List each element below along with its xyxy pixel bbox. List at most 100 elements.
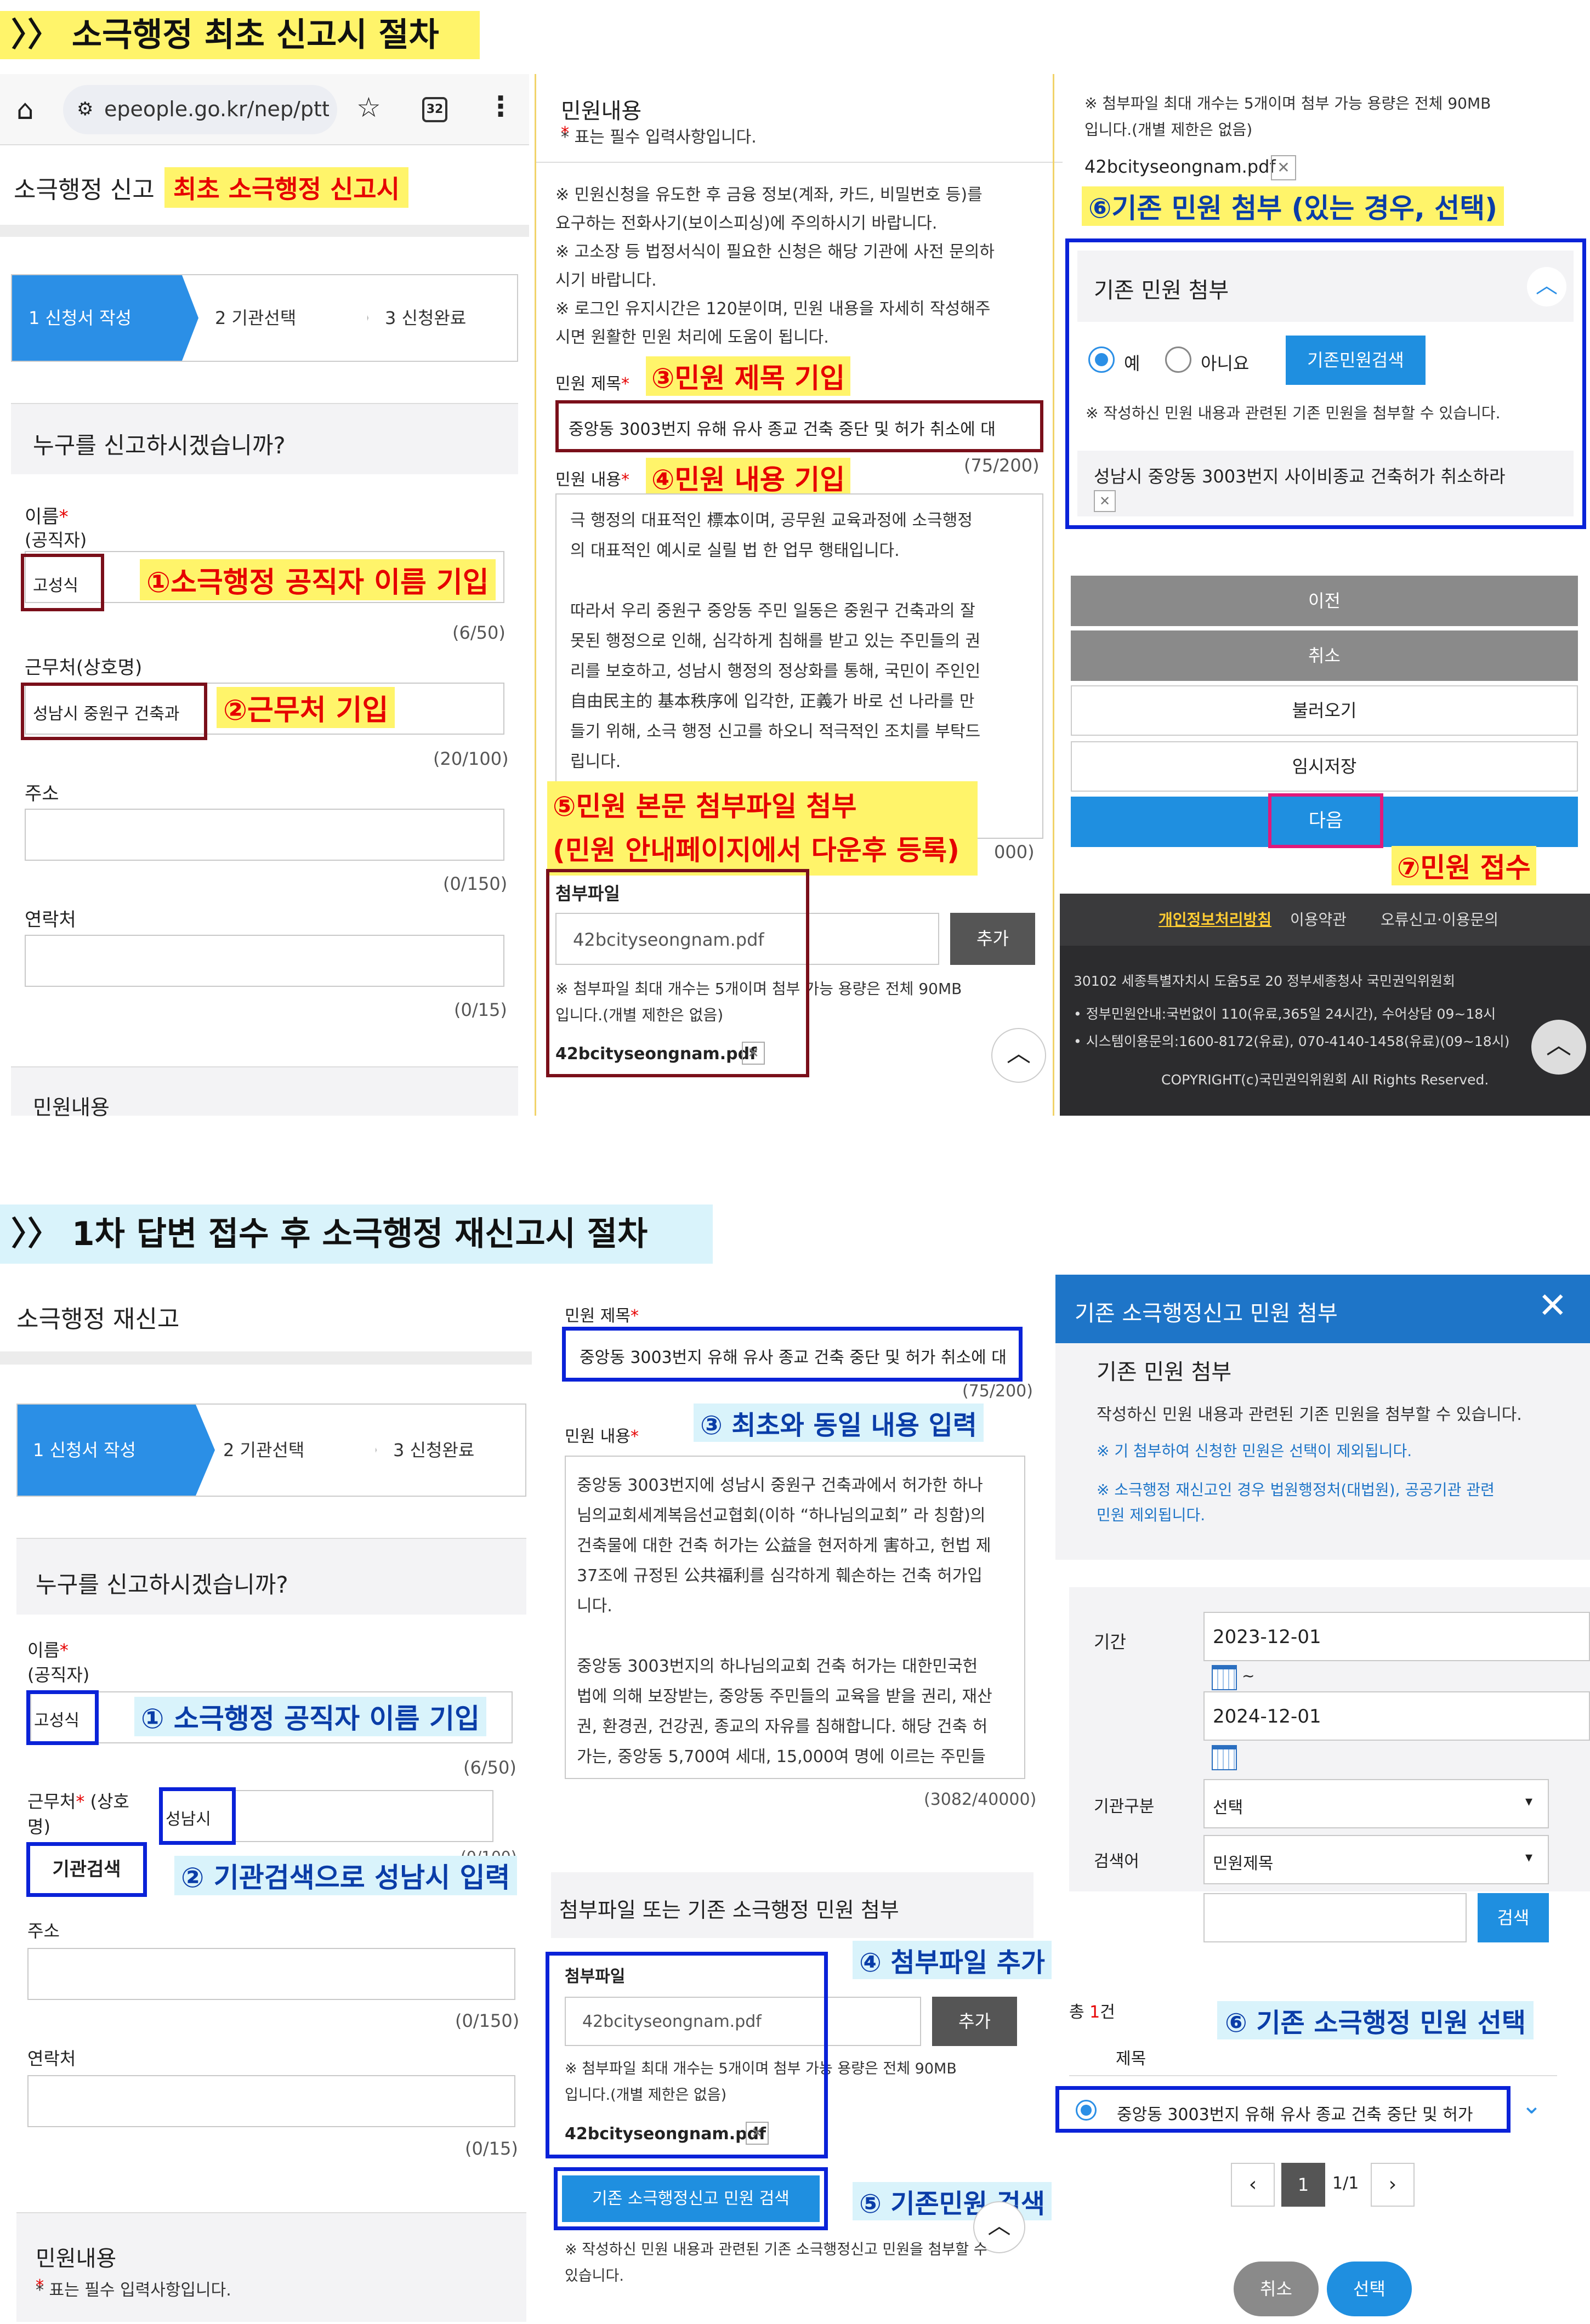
next-button[interactable]: 다음 [1268,793,1383,848]
title-value: 중앙동 3003번지 유해 유사 종교 건축 중단 및 허가 취소에 대 [569,420,996,439]
keyword-input[interactable] [1203,1893,1467,1942]
org-search-button[interactable]: 기관검색 [26,1842,147,1897]
url-bar[interactable]: ⚙ epeople.go.kr/nep/pttn/r [63,85,337,134]
content-line: 건축물에 대한 건축 허가는 公益을 현저하게 害하고, 헌법 제 [577,1536,991,1555]
next-page-button[interactable]: › [1371,2163,1415,2207]
keyword-type-select[interactable]: 민원제목 ▾ [1203,1835,1549,1884]
notice-line: 시기 바랍니다. [555,271,657,290]
content-line [577,1621,992,1651]
work-label-text2: (상호 [84,1791,129,1812]
content-textarea[interactable]: 중앙동 3003번지에 성남시 중원구 건축과에서 허가한 하나 님의교회세계복… [565,1456,1025,1779]
content-line: 가는, 중앙동 5,700여 세대, 15,000여 명에 이르는 주민들 [577,1747,986,1766]
work-value: 성남시 중원구 건축과 [33,704,180,724]
cancel-button[interactable]: 취소 [1071,630,1578,681]
star-icon[interactable]: ☆ [356,92,381,123]
scroll-top-icon[interactable]: ︿ [991,1028,1046,1083]
contact-input[interactable] [25,935,504,987]
expand-icon[interactable]: ⌄ [1521,2092,1542,2120]
required-star-overlay: * [561,123,569,143]
result-radio[interactable] [1076,2100,1097,2121]
existing-box: 기존 민원 첨부 ︿ 예 아니요 기존민원검색 ※ 작성하신 민원 내용과 관련… [1065,238,1586,529]
more-menu-icon[interactable]: ⋮ [487,90,514,122]
site-info-icon[interactable]: ⚙ [77,98,93,120]
content-line [570,566,980,596]
step-bar: 1 신청서 작성 2 기관선택 3 신청완료 [11,274,518,362]
calendar-icon[interactable] [1212,1745,1237,1770]
panel-4: 소극행정 재신고 1 신청서 작성 2 기관선택 3 신청완료 누구를 신고하시… [0,1275,532,2324]
attach-annotation-line2: (민원 안내페이지에서 다운후 등록) [553,834,959,866]
name-count: (6/50) [463,1757,516,1778]
who-panel: 누구를 신고하시겠습니까? [11,403,518,474]
notice-line: ※ 로그인 유지시간은 120분이며, 민원 내용을 자세히 작성해주 [555,299,991,319]
collapse-icon[interactable]: ︿ [1527,267,1566,306]
attach-section: 첨부파일 또는 기존 소극행정 민원 첨부 [551,1872,1034,1938]
info-note2-line: 민원 제외됩니다. [1097,1506,1206,1524]
required-star-overlay: * [36,2276,44,2295]
chevron-down-icon: ▾ [1525,1849,1533,1866]
result-item[interactable]: 중앙동 3003번지 유해 유사 종교 건축 중단 및 허가 [1055,2086,1510,2133]
file-name: 42bcityseongnam.pdf [1084,156,1276,177]
prev-button[interactable]: 이전 [1071,576,1578,626]
modal-select-button[interactable]: 선택 [1327,2262,1412,2316]
date-to-input[interactable]: 2024-12-01 [1203,1691,1590,1741]
existing-search-button[interactable]: 기존민원검색 [1286,336,1426,385]
tab-count-icon[interactable]: 32 [422,97,447,122]
contact-count: (0/15) [454,999,507,1020]
work-label: 근무처(상호명) [25,657,143,679]
modal-title: 기존 소극행정신고 민원 첨부 [1075,1301,1338,1326]
remove-file-icon[interactable]: ✕ [1271,155,1296,180]
search-button[interactable]: 검색 [1478,1893,1549,1942]
calendar-icon[interactable] [1212,1665,1237,1690]
prev-page-button[interactable]: ‹ [1231,2163,1275,2207]
contact-input[interactable] [27,2075,515,2127]
addr-input[interactable] [27,1948,515,2000]
add-button[interactable]: 추가 [950,913,1035,965]
addr-input[interactable] [25,809,504,861]
existing-search-button[interactable]: 기존 소극행정신고 민원 검색 [554,2167,828,2230]
who-question: 누구를 신고하시겠습니까? [36,1571,288,1598]
attach-annotation: ⑤민원 본문 첨부파일 첨부 (민원 안내페이지에서 다운후 등록) [547,781,978,876]
bottom-note-line: ※ 작성하신 민원 내용과 관련된 기존 소극행정신고 민원을 첨부할 수 [565,2241,987,2258]
content-text: 극 행정의 대표적인 標本이며, 공무원 교육과정에 소극행정 의 대표적인 예… [570,505,980,777]
footer-line1: • 정부민원안내:국번없이 110(유료,365일 24시간), 수어상담 09… [1074,1006,1496,1022]
radio-yes[interactable] [1088,346,1115,373]
radio-no[interactable] [1165,346,1191,373]
title-label: 민원 제목* [555,370,629,394]
privacy-link[interactable]: 개인정보처리방침 [1159,894,1271,946]
total-suffix: 건 [1100,2003,1115,2022]
load-button[interactable]: 불러오기 [1071,685,1578,736]
work-count: (20/100) [433,748,509,769]
remove-linked-icon[interactable]: ✕ [1094,490,1116,512]
content-line: 의 대표적인 예시로 실릴 법 한 업무 행태입니다. [570,541,900,560]
notice-line: 요구하는 전화사기(보이스피싱)에 주의하시기 바랍니다. [555,214,938,233]
title-annotation: 최초 소극행정 신고시 [164,167,408,208]
org-type-select[interactable]: 선택 ▾ [1203,1779,1549,1828]
total-prefix: 총 [1069,2003,1090,2022]
modal-cancel-button[interactable]: 취소 [1234,2262,1319,2316]
name-sub: (공직자) [25,530,87,550]
page-title: 소극행정 신고 [14,176,155,204]
date-from-input[interactable]: 2023-12-01 [1203,1612,1590,1661]
title-label-text: 민원 제목 [565,1306,631,1326]
title-input[interactable]: 중앙동 3003번지 유해 유사 종교 건축 중단 및 허가 취소에 대 [562,1327,1023,1382]
temp-save-button[interactable]: 임시저장 [1071,741,1578,792]
existing-search-label: 기존 소극행정신고 민원 검색 [592,2189,790,2208]
annotation-7: ⑦민원 접수 [1392,846,1536,885]
current-page[interactable]: 1 [1281,2163,1325,2207]
content-line: 리를 보호하고, 성남시 행정의 정상화를 통해, 국민이 주인인 [570,662,981,681]
content-line: 님의교회세계복음선교협회(이하 “하나님의교회” 라 칭함)의 [577,1506,986,1525]
url-text: epeople.go.kr/nep/pttn/r [104,97,329,121]
report-link[interactable]: 오류신고·이용문의 [1381,894,1498,946]
content-line: 들기 위해, 소극 행정 신고를 하오니 적극적인 조치를 부탁드 [570,722,981,741]
terms-link[interactable]: 이용약관 [1290,894,1347,946]
pagination: ‹ 1 1/1 › [1231,2163,1417,2207]
title-input[interactable]: 중앙동 3003번지 유해 유사 종교 건축 중단 및 허가 취소에 대 [555,400,1043,452]
add-button[interactable]: 추가 [932,1997,1017,2046]
name-annotation: ① 소극행정 공직자 이름 기입 [134,1697,486,1736]
contact-count: (0/15) [465,2138,518,2159]
scroll-top-icon[interactable]: ︿ [1531,1020,1586,1075]
close-icon[interactable]: ✕ [1538,1287,1568,1325]
attach-note-line: ※ 첨부파일 최대 개수는 5개이며 첨부 가능 용량은 전체 90MB [1084,94,1491,112]
radio-no-label: 아니요 [1201,353,1250,374]
home-icon[interactable]: ⌂ [16,93,34,126]
